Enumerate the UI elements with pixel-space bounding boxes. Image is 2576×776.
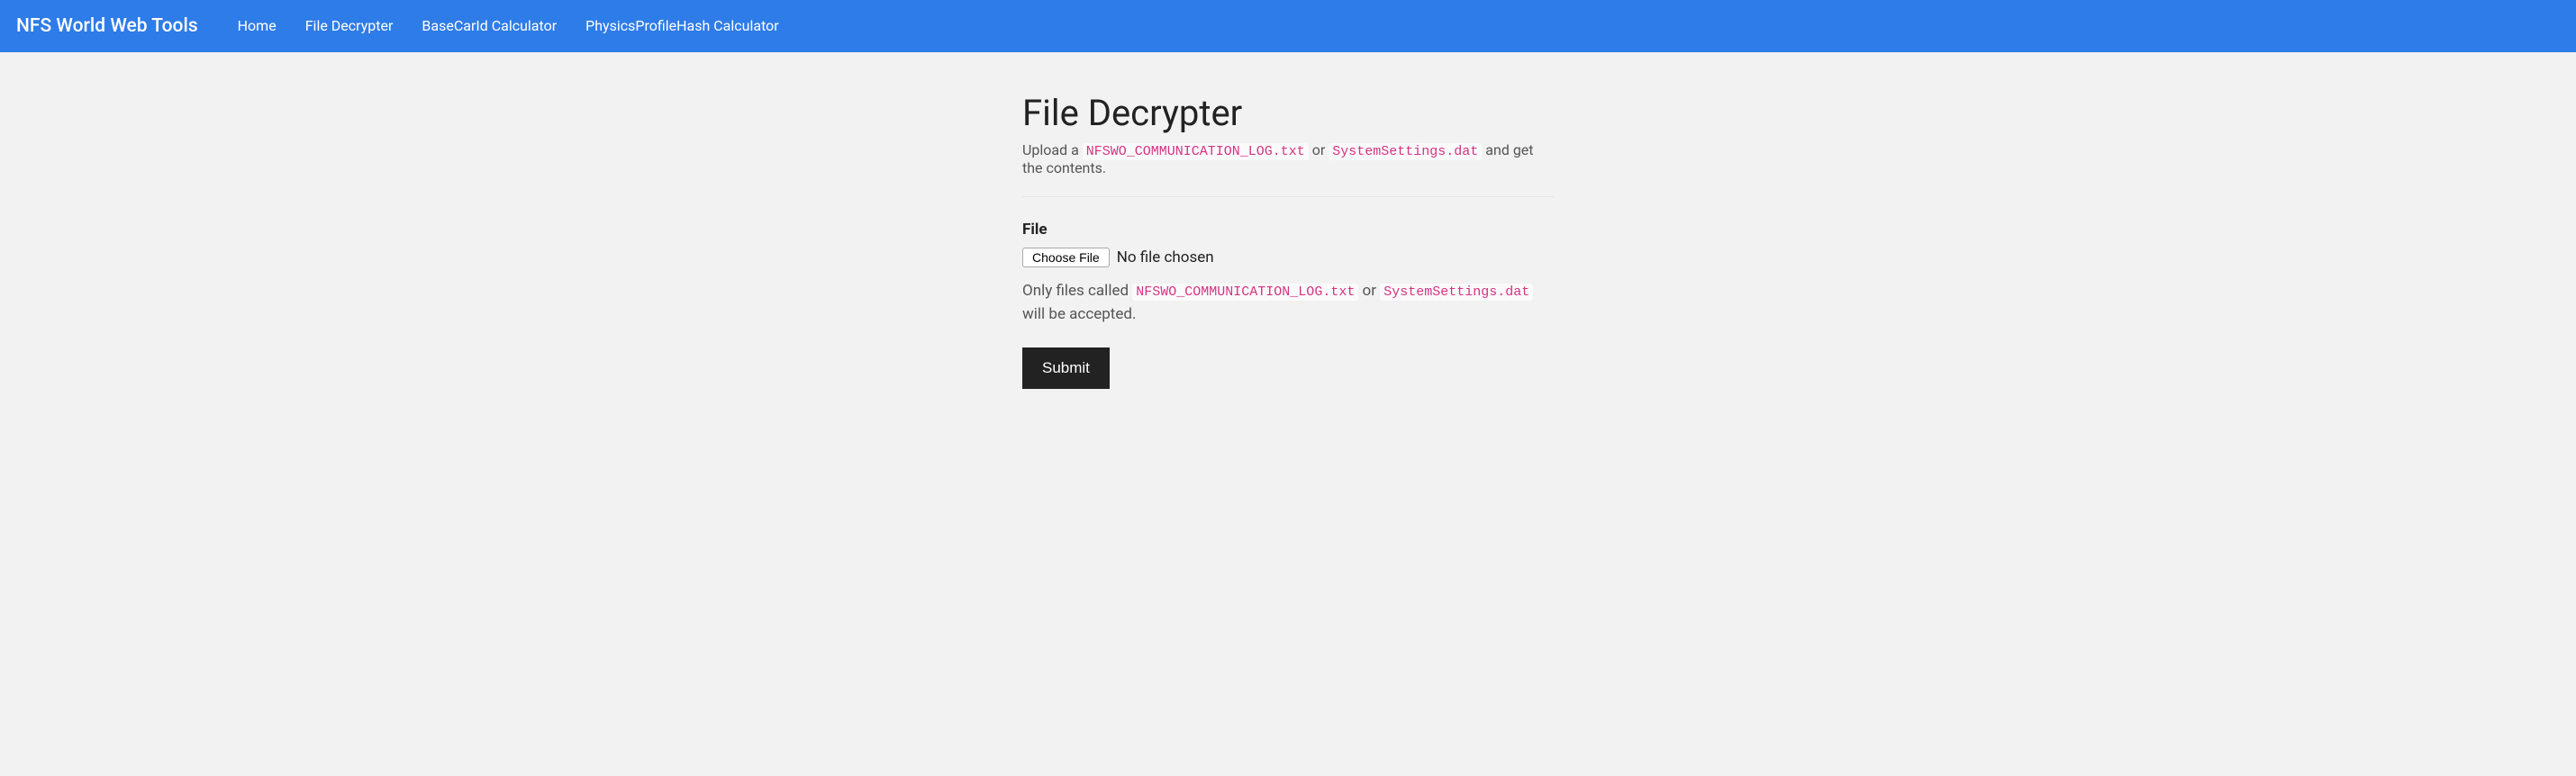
desc-text: or — [1309, 141, 1329, 158]
file-status-text: No file chosen — [1117, 248, 1214, 266]
nav-item-home[interactable]: Home — [223, 0, 291, 52]
choose-file-button[interactable]: Choose File — [1022, 248, 1110, 267]
file-label: File — [1022, 221, 1554, 239]
help-code-filename-2: SystemSettings.dat — [1380, 284, 1533, 301]
nav-item-basecarid-calculator[interactable]: BaseCarId Calculator — [407, 0, 571, 52]
desc-code-filename-2: SystemSettings.dat — [1329, 143, 1482, 160]
navbar-nav: Home File Decrypter BaseCarId Calculator… — [223, 0, 794, 52]
help-text-part: will be accepted. — [1022, 305, 1136, 323]
file-help-text: Only files called NFSWO_COMMUNICATION_LO… — [1022, 280, 1554, 326]
page-title: File Decrypter — [1022, 92, 1554, 134]
main-container: File Decrypter Upload a NFSWO_COMMUNICAT… — [1013, 92, 1563, 389]
nav-item-file-decrypter[interactable]: File Decrypter — [291, 0, 408, 52]
nav-item-physicsprofilehash-calculator[interactable]: PhysicsProfileHash Calculator — [571, 0, 794, 52]
desc-code-filename-1: NFSWO_COMMUNICATION_LOG.txt — [1083, 143, 1309, 160]
help-code-filename-1: NFSWO_COMMUNICATION_LOG.txt — [1132, 284, 1358, 301]
navbar: NFS World Web Tools Home File Decrypter … — [0, 0, 2576, 52]
help-text-part: Only files called — [1022, 282, 1132, 300]
navbar-brand[interactable]: NFS World Web Tools — [16, 15, 198, 37]
desc-text: Upload a — [1022, 141, 1083, 158]
page-description: Upload a NFSWO_COMMUNICATION_LOG.txt or … — [1022, 141, 1554, 176]
submit-button[interactable]: Submit — [1022, 347, 1110, 389]
help-text-part: or — [1358, 282, 1380, 300]
divider — [1022, 196, 1554, 197]
file-input-row: Choose File No file chosen — [1022, 248, 1554, 267]
